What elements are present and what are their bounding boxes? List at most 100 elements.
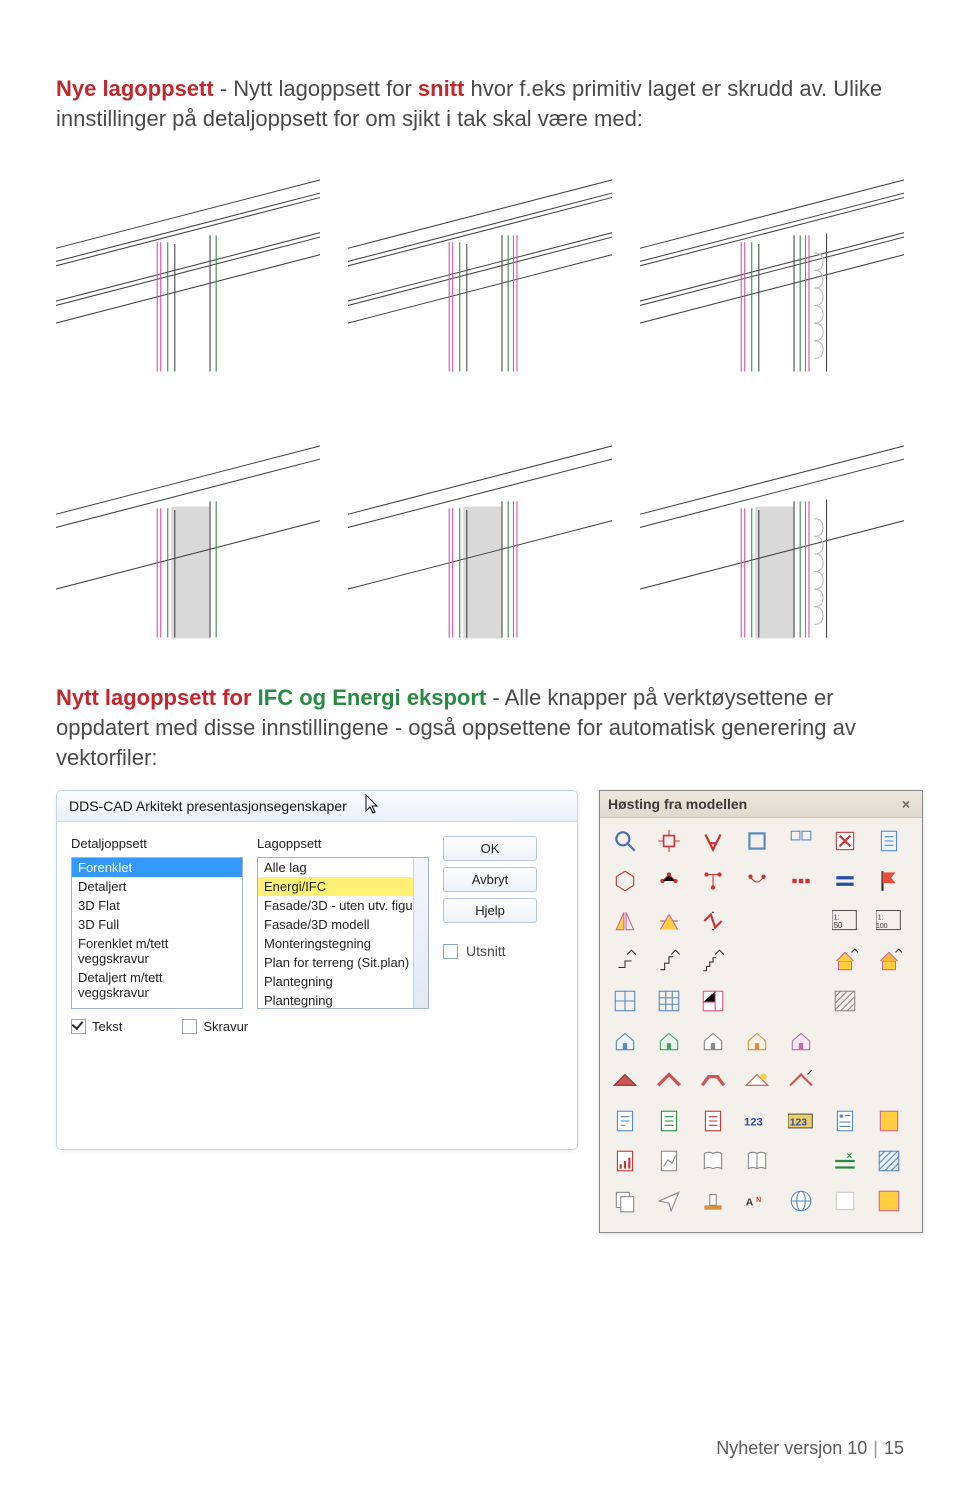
icon-grid3[interactable] (656, 988, 682, 1014)
list2-item-0[interactable]: Alle lag (258, 858, 428, 877)
icon-scale-50[interactable]: 1:50 (832, 908, 858, 934)
list2-item-6[interactable]: Plantegning (258, 972, 428, 991)
icon-stripes[interactable] (876, 1148, 902, 1174)
icon-text[interactable] (700, 828, 726, 854)
page-footer: Nyheter versjon 10|15 (716, 1438, 904, 1459)
tekst-label: Tekst (92, 1019, 122, 1034)
icon-roof2[interactable] (656, 1068, 682, 1094)
icon-red-flag[interactable] (876, 868, 902, 894)
intro-p1: - Nytt lagoppsett for (214, 76, 418, 101)
text-123-a[interactable]: 123 (744, 1108, 770, 1134)
utsnitt-checkbox[interactable] (443, 944, 458, 959)
panel-close-button[interactable]: × (898, 797, 914, 811)
icon-report-b[interactable] (656, 1148, 682, 1174)
icon-send[interactable] (656, 1188, 682, 1214)
icon-equals[interactable] (832, 868, 858, 894)
icon-doc-xls[interactable] (656, 1108, 682, 1134)
svg-text:50: 50 (834, 921, 843, 930)
hosting-toolbar-panel: Høsting fra modellen × (599, 790, 923, 1233)
icon-level-up1[interactable] (612, 948, 638, 974)
lagoppsett-list[interactable]: Alle lag Energi/IFC Fasade/3D - uten utv… (257, 857, 429, 1009)
svg-text:N: N (756, 1197, 761, 1204)
list2-item-7[interactable]: Plantegning Salgspresenta: (258, 991, 428, 1009)
list1-item-1[interactable]: Detaljert (72, 877, 242, 896)
intro-p0: Nye lagoppsett (56, 76, 214, 101)
list2-item-2[interactable]: Fasade/3D - uten utv. figur (258, 896, 428, 915)
icon-delete[interactable] (832, 828, 858, 854)
ok-button[interactable]: OK (443, 836, 537, 861)
list2-item-1[interactable]: Energi/IFC (258, 877, 428, 896)
dialog-titlebar: DDS-CAD Arkitekt presentasjonsegenskaper (57, 791, 577, 822)
icon-target[interactable] (656, 828, 682, 854)
section-diagram-1 (56, 151, 320, 381)
icon-level-up3[interactable] (700, 948, 726, 974)
icon-cross-green[interactable] (832, 1148, 858, 1174)
icon-mirror[interactable] (612, 908, 638, 934)
icon-yellow-square[interactable] (876, 1188, 902, 1214)
list1-item-5[interactable]: Detaljert m/tett veggskravur (72, 968, 242, 1002)
list2-item-3[interactable]: Fasade/3D modell (258, 915, 428, 934)
icon-roof1[interactable] (612, 1068, 638, 1094)
list2-item-5[interactable]: Plan for terreng (Sit.plan) (258, 953, 428, 972)
icon-house-view5[interactable] (788, 1028, 814, 1054)
icon-house-up1[interactable] (832, 948, 858, 974)
list1-item-4[interactable]: Forenklet m/tett veggskravur (72, 934, 242, 968)
icon-grid-small[interactable] (788, 828, 814, 854)
icon-nodes-2[interactable] (700, 868, 726, 894)
detaljoppsett-list[interactable]: Forenklet Detaljert 3D Flat 3D Full Fore… (71, 857, 243, 1009)
list2-item-4[interactable]: Monteringstegning (258, 934, 428, 953)
icon-roof4[interactable] (744, 1068, 770, 1094)
icon-scale-100[interactable]: 1:100 (876, 908, 902, 934)
text-123-b[interactable]: 123 (788, 1108, 814, 1134)
section-diagram-2 (348, 151, 612, 381)
icon-level-up2[interactable] (656, 948, 682, 974)
section-diagram-3 (640, 151, 904, 381)
icon-search[interactable] (612, 828, 638, 854)
tekst-checkbox[interactable] (71, 1019, 86, 1034)
icon-roof5[interactable] (788, 1068, 814, 1094)
icon-align[interactable] (656, 908, 682, 934)
icon-book1[interactable] (700, 1148, 726, 1174)
icon-doc-red[interactable] (700, 1108, 726, 1134)
icon-copy[interactable] (612, 1188, 638, 1214)
icon-globe[interactable] (788, 1188, 814, 1214)
icon-roof3[interactable] (700, 1068, 726, 1094)
icon-floorplan[interactable] (700, 988, 726, 1014)
icon-doc-list[interactable] (832, 1108, 858, 1134)
icon-break[interactable] (700, 908, 726, 934)
icon-house-view4[interactable] (744, 1028, 770, 1054)
icon-house-view3[interactable] (700, 1028, 726, 1054)
icon-grid2[interactable] (612, 988, 638, 1014)
icon-page[interactable] (876, 828, 902, 854)
section-diagram-4 (56, 417, 320, 647)
intro-paragraph: Nye lagoppsett - Nytt lagoppsett for sni… (56, 74, 904, 133)
section-diagram-6 (640, 417, 904, 647)
utsnitt-label: Utsnitt (466, 943, 506, 959)
list1-item-3[interactable]: 3D Full (72, 915, 242, 934)
icon-blank[interactable] (832, 1188, 858, 1214)
icon-nodes-1[interactable] (656, 868, 682, 894)
svg-text:100: 100 (876, 923, 888, 930)
icon-house-view2[interactable] (656, 1028, 682, 1054)
icon-nodes-3[interactable] (744, 868, 770, 894)
list1-item-0[interactable]: Forenklet (72, 858, 242, 877)
icon-hatch[interactable] (832, 988, 858, 1014)
skravur-checkbox[interactable] (182, 1019, 197, 1034)
icon-house-up2[interactable] (876, 948, 902, 974)
cancel-button[interactable]: Avbryt (443, 867, 537, 892)
help-button[interactable]: Hjelp (443, 898, 537, 923)
diagram-grid (56, 151, 904, 647)
icon-doc1[interactable] (612, 1108, 638, 1134)
panel-title: Høsting fra modellen (608, 796, 747, 812)
footer-text: Nyheter versjon 10 (716, 1438, 867, 1458)
icon-an[interactable]: AN (744, 1188, 770, 1214)
icon-dots[interactable] (788, 868, 814, 894)
icon-hexagon[interactable] (612, 868, 638, 894)
icon-stamp[interactable] (700, 1188, 726, 1214)
icon-yellow-doc[interactable] (876, 1108, 902, 1134)
list1-item-2[interactable]: 3D Flat (72, 896, 242, 915)
icon-report-a[interactable] (612, 1148, 638, 1174)
icon-square[interactable] (744, 828, 770, 854)
icon-book2[interactable] (744, 1148, 770, 1174)
icon-house-view1[interactable] (612, 1028, 638, 1054)
